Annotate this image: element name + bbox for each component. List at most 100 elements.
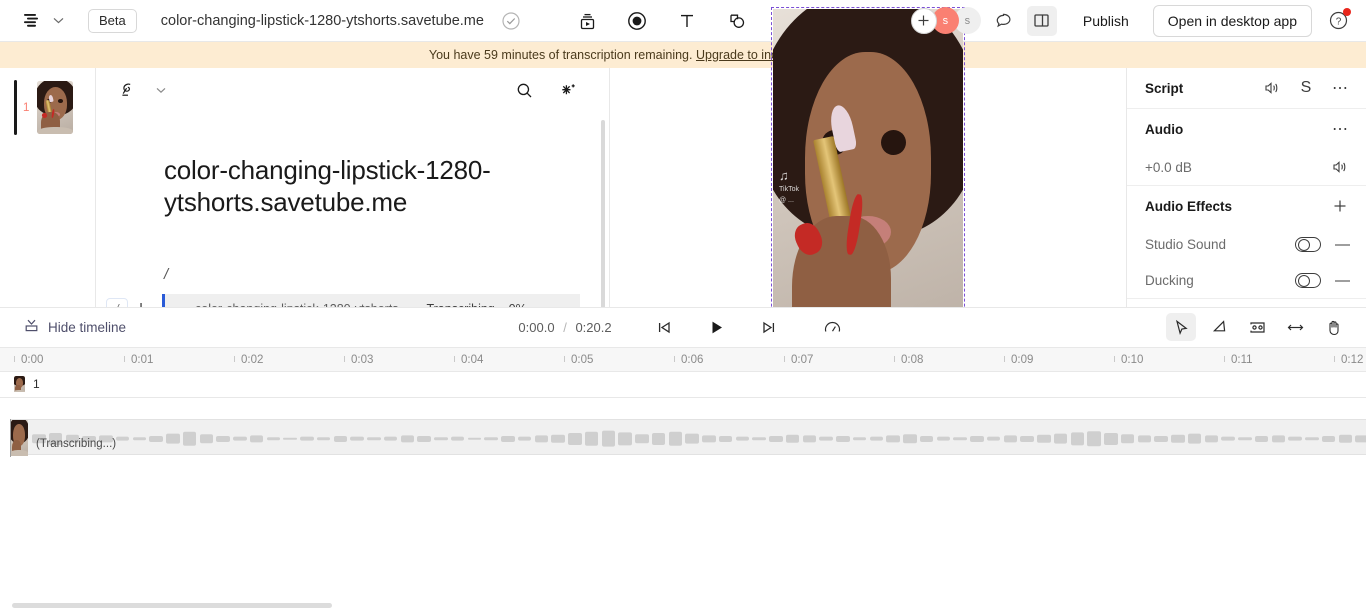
more-dots-icon[interactable]: ⋯ <box>1330 119 1350 139</box>
ruler-tick: 0:04 <box>461 354 484 366</box>
audio-gain-row: +0.0 dB <box>1127 149 1366 185</box>
plus-icon[interactable] <box>1330 196 1350 216</box>
skip-previous-icon[interactable] <box>650 313 680 341</box>
skip-next-icon[interactable] <box>754 313 784 341</box>
toolbar-right-group: s s Publish Open in desktop app ? <box>910 4 1366 37</box>
search-icon[interactable] <box>509 75 539 105</box>
scene-item[interactable]: 1 <box>0 80 95 135</box>
check-circle-icon[interactable] <box>500 10 522 32</box>
speed-gauge-icon[interactable] <box>818 313 848 341</box>
top-toolbar: Beta color-changing-lipstick-1280-ytshor… <box>0 0 1366 42</box>
ruler-tick: 0:00 <box>21 354 44 366</box>
script-style-chevron-down-icon[interactable] <box>146 75 176 105</box>
transcription-banner: You have 59 minutes of transcription rem… <box>0 42 1366 68</box>
solo-s-icon[interactable]: S <box>1296 78 1316 98</box>
section-actions: ⋯ <box>1330 119 1350 139</box>
ruler-tick: 0:12 <box>1341 354 1364 366</box>
inspector-header: Script S ⋯ <box>1127 68 1366 108</box>
inspector-panel: Script S ⋯ Audio ⋯ +0.0 dB Audio Effects… <box>1126 68 1366 307</box>
studio-sound-label: Studio Sound <box>1145 236 1227 252</box>
scene-track-number: 1 <box>33 377 40 391</box>
workspace-chevron-down-icon[interactable] <box>48 7 68 35</box>
video-preview-pane: ♫ TikTok @ ... <box>610 7 1126 368</box>
current-time: 0:00.0 <box>518 319 555 335</box>
ruler-tick: 0:05 <box>571 354 594 366</box>
menu-lines-icon[interactable] <box>16 7 46 35</box>
scene-thumbnail[interactable] <box>37 81 74 134</box>
ruler-tick: 0:11 <box>1231 354 1253 366</box>
remove-effect-icon[interactable]: — <box>1335 237 1350 252</box>
play-icon[interactable] <box>702 313 732 341</box>
ducking-label: Ducking <box>1145 272 1194 288</box>
inspector-section-audio: Audio ⋯ +0.0 dB <box>1127 109 1366 186</box>
open-desktop-app-button[interactable]: Open in desktop app <box>1152 4 1312 37</box>
shapes-icon[interactable] <box>720 6 754 36</box>
media-library-icon[interactable] <box>570 6 604 36</box>
beta-badge[interactable]: Beta <box>88 8 137 33</box>
time-readout: 0:00.0 / 0:20.2 <box>518 320 611 335</box>
section-actions <box>1330 157 1350 177</box>
comment-bubble-icon[interactable] <box>989 6 1019 36</box>
scene-marker-track[interactable]: 1 <box>0 371 1366 398</box>
document-title[interactable]: color-changing-lipstick-1280-ytshorts.sa… <box>161 13 484 29</box>
toolbar-center-tools <box>570 0 804 42</box>
section-title: Script <box>1145 80 1184 96</box>
playhead[interactable] <box>10 418 11 457</box>
inspector-header: Audio ⋯ <box>1127 109 1366 149</box>
sparkle-ai-icon[interactable] <box>553 75 583 105</box>
playback-controls: 0:00.0 / 0:20.2 <box>0 313 1366 341</box>
clip-thumbnail <box>10 419 28 456</box>
feather-pen-icon[interactable] <box>112 75 142 105</box>
timeline-ruler[interactable]: 0:00 0:01 0:02 0:03 0:04 0:05 0:06 0:07 … <box>0 346 1366 372</box>
add-collaborator-button[interactable] <box>910 7 937 34</box>
ruler-tick: 0:03 <box>351 354 374 366</box>
help-button[interactable]: ? <box>1322 5 1354 37</box>
video-clip[interactable]: (Transcribing...) <box>10 418 1366 456</box>
inspector-header: Audio Effects <box>1127 186 1366 226</box>
timeline-scrollbar-thumb[interactable] <box>12 603 332 608</box>
ruler-tick: 0:02 <box>241 354 264 366</box>
section-actions: S ⋯ <box>1262 78 1350 98</box>
total-time: 0:20.2 <box>575 319 612 335</box>
script-actions-group <box>509 75 583 105</box>
volume-icon[interactable] <box>1330 157 1350 177</box>
script-style-group <box>112 75 176 105</box>
audio-gain-value[interactable]: +0.0 dB <box>1145 160 1192 175</box>
script-content: color-changing-lipstick-1280-ytshorts.sa… <box>96 112 609 283</box>
section-title: Audio <box>1145 121 1184 137</box>
ruler-tick: 0:07 <box>791 354 814 366</box>
more-dots-icon[interactable]: ⋯ <box>1330 78 1350 98</box>
section-title: Audio Effects <box>1145 198 1233 214</box>
volume-icon[interactable] <box>1262 78 1282 98</box>
section-actions <box>1330 196 1350 216</box>
script-slash-line[interactable]: / <box>164 266 609 283</box>
ruler-tick: 0:10 <box>1121 354 1144 366</box>
portrait-art <box>14 376 25 392</box>
opacity-row: Opacity 100 % <box>1127 299 1366 307</box>
portrait-art <box>37 81 74 134</box>
script-toolbar <box>96 68 609 112</box>
toolbar-left-group: Beta color-changing-lipstick-1280-ytshor… <box>0 7 522 35</box>
banner-text: You have 59 minutes of transcription rem… <box>428 48 693 62</box>
ruler-tick: 0:06 <box>681 354 704 366</box>
script-title[interactable]: color-changing-lipstick-1280-ytshorts.sa… <box>164 154 524 218</box>
audio-waveform <box>32 428 1366 450</box>
portrait-art <box>10 419 28 456</box>
tiktok-icon: ♫ <box>779 167 789 183</box>
text-icon[interactable] <box>670 6 704 36</box>
clip-label: (Transcribing...) <box>36 437 117 450</box>
studio-sound-toggle[interactable] <box>1295 236 1321 252</box>
watermark-name: TikTok <box>779 186 799 194</box>
record-icon[interactable] <box>620 6 654 36</box>
timeline-scrollbar[interactable] <box>0 603 1366 610</box>
timeline-controls: Hide timeline 0:00.0 / 0:20.2 <box>0 306 1366 347</box>
ducking-toggle[interactable] <box>1295 272 1321 288</box>
ruler-tick: 0:01 <box>131 354 154 366</box>
remove-effect-icon[interactable]: — <box>1335 273 1350 288</box>
sidebar-panel-icon[interactable] <box>1026 5 1057 36</box>
time-separator: / <box>563 319 567 335</box>
ruler-tick: 0:08 <box>901 354 924 366</box>
section-actions: — <box>1295 236 1350 252</box>
scene-number: 1 <box>23 101 30 114</box>
publish-button[interactable]: Publish <box>1069 7 1143 35</box>
